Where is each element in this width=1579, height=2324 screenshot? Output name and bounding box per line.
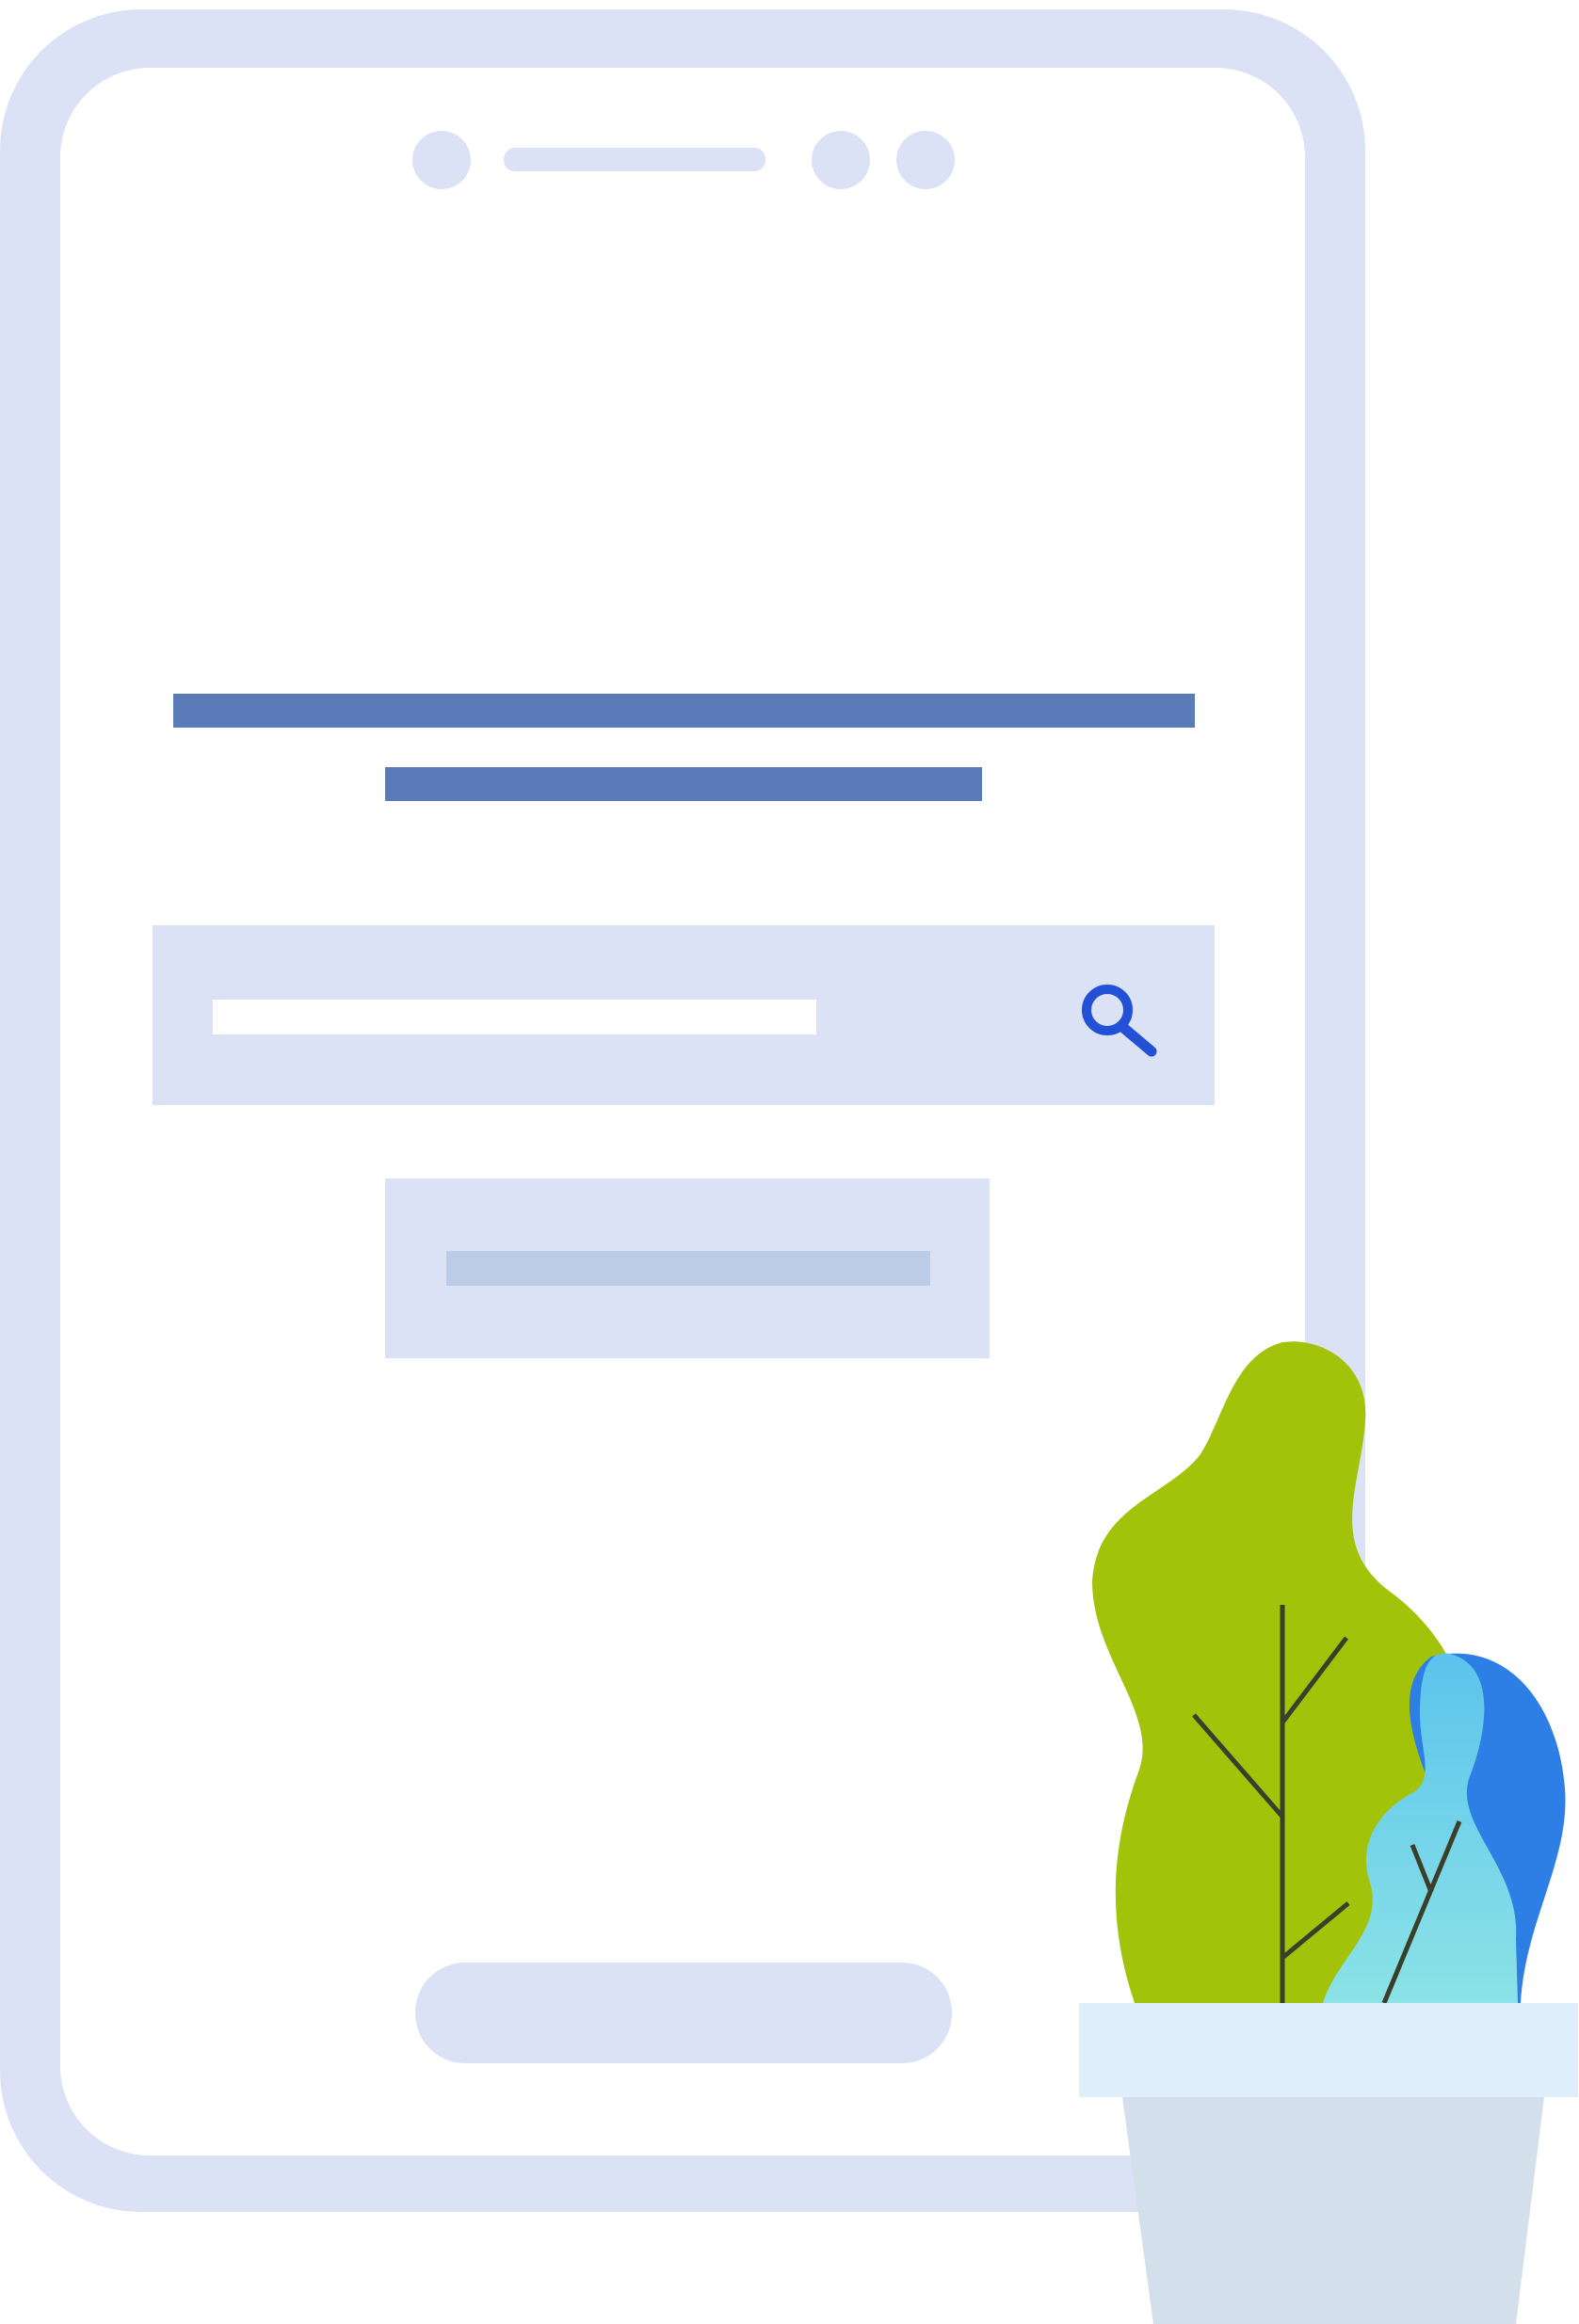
flower-pot (1079, 2003, 1578, 2324)
submit-button[interactable] (385, 1178, 990, 1358)
front-camera-dot (412, 131, 471, 189)
home-indicator[interactable] (415, 1963, 952, 2063)
sensor-dot-2 (896, 131, 955, 189)
illustration (0, 9, 1578, 2324)
pot-body (1122, 2097, 1544, 2324)
title-line-placeholder (173, 694, 1195, 728)
subtitle-line-placeholder (385, 767, 982, 801)
search-input-placeholder-bar (213, 1000, 816, 1034)
speaker-slot (504, 148, 765, 171)
submit-button-label-bar (446, 1251, 930, 1286)
sensor-dot (812, 131, 870, 189)
phone-screen (60, 68, 1305, 2156)
search-field[interactable] (153, 925, 1215, 1105)
pot-rim (1079, 2003, 1578, 2097)
